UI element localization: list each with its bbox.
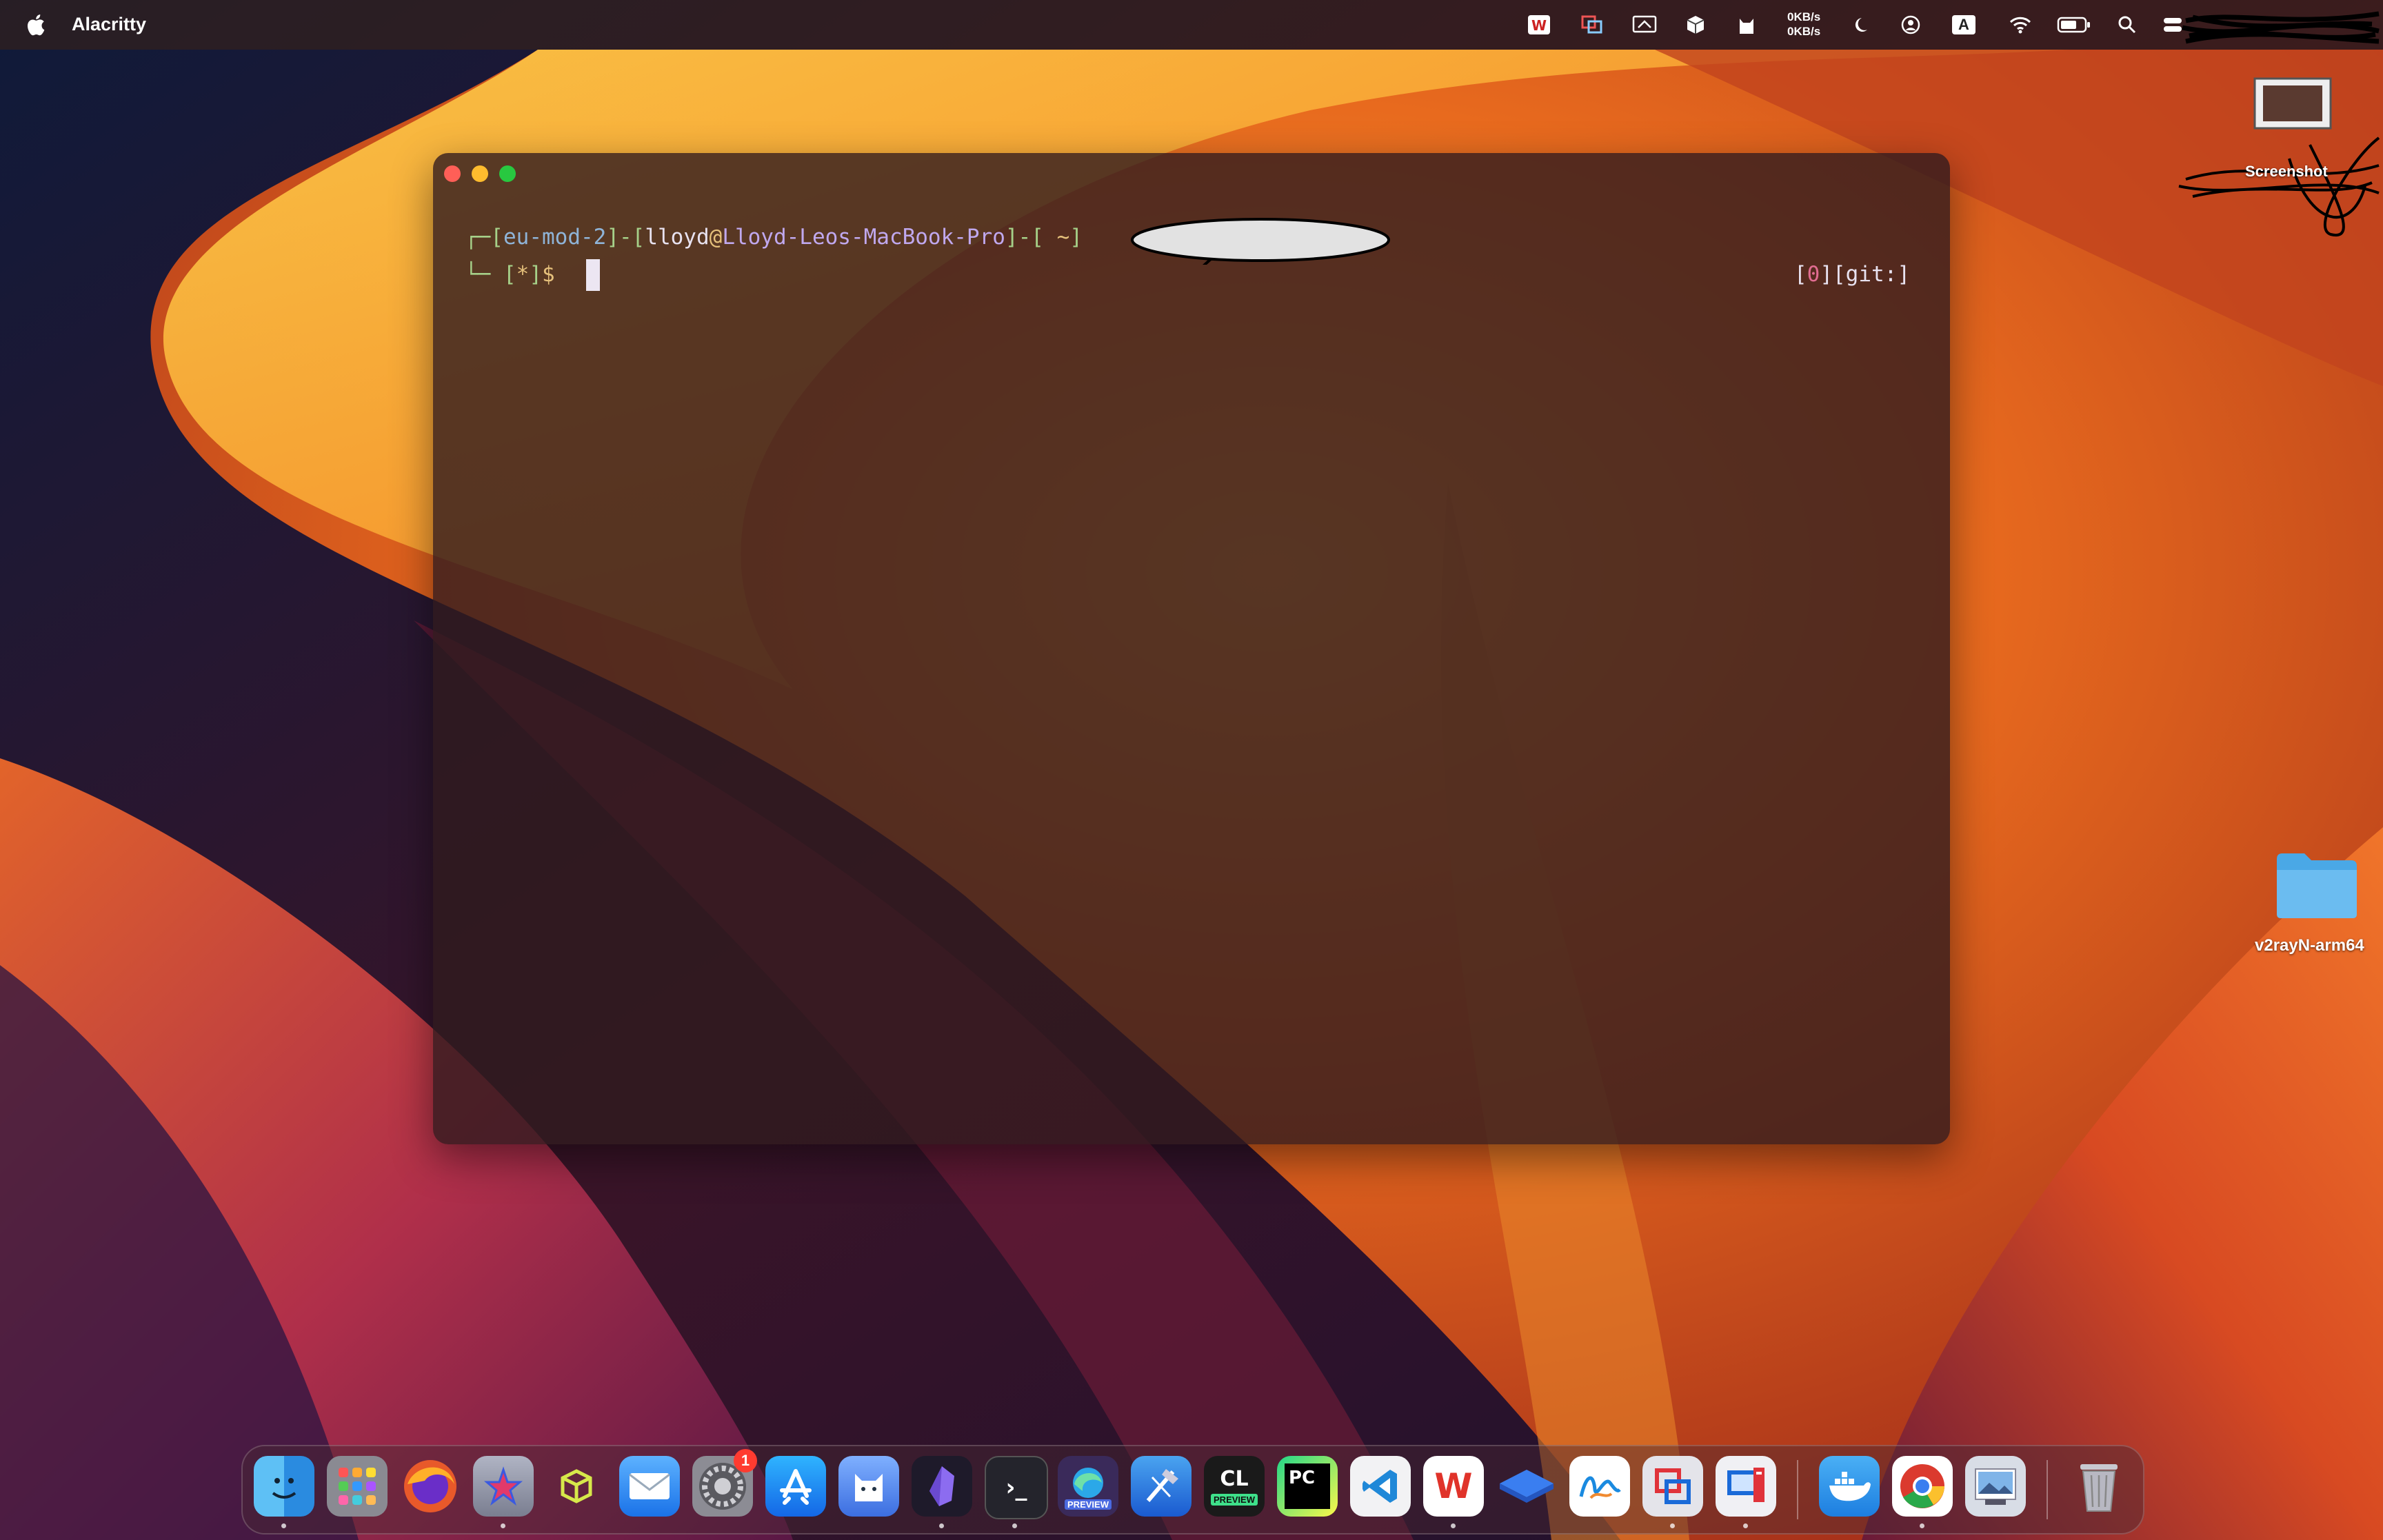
input-source-icon[interactable]: A [1951,12,1977,37]
pycharm-tile: PC [1285,1463,1330,1509]
menu-bar: Alacritty W 0KB/s 0KB/s A [0,0,2383,50]
docker-icon[interactable] [1819,1456,1880,1517]
box-corner: └─ [465,262,491,287]
close-button[interactable] [444,165,461,182]
status-mid: ][ [1820,262,1846,287]
running-indicator [281,1523,286,1528]
svg-text:W: W [1531,17,1547,34]
firefox-icon[interactable] [400,1456,461,1517]
parallels-icon[interactable] [1579,12,1605,37]
parallels-app-icon[interactable] [1642,1456,1703,1517]
running-indicator [1451,1523,1456,1528]
cube-icon[interactable] [1682,12,1709,37]
database-app-icon[interactable] [1496,1456,1557,1517]
screen-mirror-icon[interactable] [1631,12,1658,37]
at-sign: @ [709,225,723,250]
input-source-label: A [1952,15,1975,34]
notification-badge: 1 [734,1449,757,1472]
exit-code: 0 [1807,262,1820,287]
pycharm-icon[interactable]: PC [1277,1456,1338,1517]
alacritty-window[interactable]: ┌─[eu-mod-2]-[lloyd@Lloyd-Leos-MacBook-P… [433,153,1950,1144]
screenshot-file-icon[interactable] [2172,62,2383,262]
user-icon[interactable] [1898,12,1924,37]
git-status: git: [1845,262,1898,287]
clion-preview-icon[interactable]: CL PREVIEW [1204,1456,1265,1517]
preview-icon[interactable] [1965,1456,2026,1517]
username: lloyd [645,225,710,250]
battery-icon[interactable] [2056,12,2092,37]
finder-icon[interactable] [254,1456,314,1517]
active-app-name[interactable]: Alacritty [72,14,146,35]
right-status: [0][git:] [1794,262,1910,287]
dock-separator [1797,1460,1798,1519]
box-open: ┌─[ [465,225,503,250]
cube-app-icon[interactable] [546,1456,607,1517]
running-indicator [1920,1523,1924,1528]
xcode-icon[interactable] [1131,1456,1192,1517]
status-close: ] [1897,262,1910,287]
running-indicator [1012,1523,1017,1528]
zoom-button[interactable] [499,165,516,182]
separator: ]-[ [606,225,645,250]
bracket-close: ] [529,262,542,287]
app-store-icon[interactable] [765,1456,826,1517]
remote-desktop-icon[interactable] [1716,1456,1776,1517]
moon-icon[interactable] [1850,12,1876,37]
folder-icon[interactable] [2274,849,2360,921]
prompt-line-2: └─ [*]$ [465,262,555,287]
mail-icon[interactable] [619,1456,680,1517]
prompt-line-1: ┌─[eu-mod-2]-[lloyd@Lloyd-Leos-MacBook-P… [465,225,1083,250]
wifi-icon[interactable] [2007,12,2033,37]
trash-icon[interactable] [2069,1456,2129,1517]
cwd-path: ~ [1043,225,1070,250]
search-icon[interactable] [2114,12,2140,37]
apple-menu-icon[interactable] [25,12,46,37]
vscode-icon[interactable] [1350,1456,1411,1517]
net-upload: 0KB/s [1787,10,1821,23]
launchpad-icon[interactable] [327,1456,388,1517]
folder-label[interactable]: v2rayN-arm64 [2255,936,2364,955]
env-name: eu-mod-2 [503,225,607,250]
dock: 1 ›_ PREVIEW CL PREVIEW PC W [241,1445,2144,1534]
running-indicator [1670,1523,1675,1528]
running-indicator [939,1523,944,1528]
terminal-glyph: ›_ [1005,1474,1027,1501]
terminal-icon[interactable]: ›_ [985,1456,1048,1519]
screenshot-file-label[interactable]: Screenshot [2245,163,2328,181]
minimize-button[interactable] [472,165,488,182]
cat-icon[interactable] [1733,12,1760,37]
freeform-icon[interactable] [1569,1456,1630,1517]
wps-glyph: W [1434,1466,1473,1506]
clion-preview-tag: PREVIEW [1211,1494,1258,1506]
pixelmator-icon[interactable] [473,1456,534,1517]
dirty-marker: * [516,262,530,287]
pycharm-glyph: PC [1289,1468,1316,1488]
edge-preview-tag: PREVIEW [1065,1499,1112,1510]
cat-app-icon[interactable] [838,1456,899,1517]
prompt-symbol: $ [542,262,555,287]
running-indicator [501,1523,505,1528]
redaction-scribble [2182,11,2380,44]
redaction-oval [1131,218,1390,265]
chrome-icon[interactable] [1892,1456,1953,1517]
network-speed[interactable]: 0KB/s 0KB/s [1787,10,1820,39]
net-download: 0KB/s [1787,25,1821,38]
obsidian-icon[interactable] [912,1456,972,1517]
dock-separator [2047,1460,2048,1519]
system-settings-icon[interactable]: 1 [692,1449,757,1517]
edge-preview-icon[interactable]: PREVIEW [1058,1456,1118,1517]
box-close: ] [1069,225,1083,250]
separator: ]-[ [1005,225,1044,250]
status-open: [ [1794,262,1807,287]
wps-icon[interactable]: W [1526,12,1552,37]
wps-office-icon[interactable]: W [1423,1456,1484,1517]
terminal-cursor[interactable] [586,259,600,291]
running-indicator [1743,1523,1748,1528]
hostname: Lloyd-Leos-MacBook-Pro [722,225,1005,250]
bracket-open: [ [490,262,516,287]
clion-glyph: CL [1220,1467,1249,1491]
